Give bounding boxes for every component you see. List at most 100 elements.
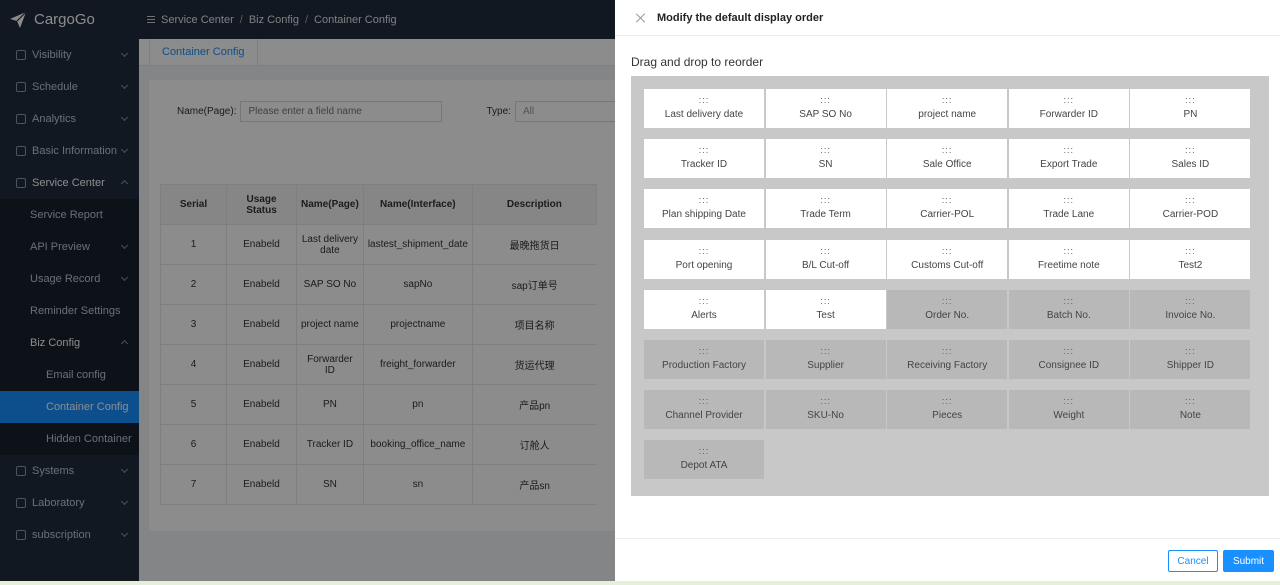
draggable-field-card[interactable]: ::: Weight [1008, 390, 1129, 430]
drag-handle-icon[interactable]: ::: [1009, 89, 1129, 109]
draggable-field-card[interactable]: ::: Sale Office [887, 139, 1008, 179]
drag-handle-icon[interactable]: ::: [1009, 240, 1129, 260]
drawer-footer: Cancel Submit [615, 538, 1280, 585]
draggable-field-card[interactable]: ::: Freetime note [1008, 239, 1129, 279]
field-card-label: B/L Cut-off [801, 259, 850, 271]
drag-handle-icon[interactable]: ::: [766, 89, 886, 109]
draggable-field-card[interactable]: ::: Customs Cut-off [887, 239, 1008, 279]
drag-handle-icon[interactable]: ::: [644, 89, 764, 109]
draggable-field-card[interactable]: ::: Production Factory [644, 340, 764, 379]
draggable-field-card[interactable]: ::: Port opening [644, 239, 764, 279]
field-card-label: Supplier [807, 360, 844, 371]
drag-handle-icon[interactable]: ::: [644, 390, 764, 410]
drag-handle-icon[interactable]: ::: [1130, 189, 1250, 209]
draggable-field-card[interactable]: ::: Order No. [887, 289, 1008, 329]
field-card-label: Sale Office [922, 159, 972, 171]
drag-handle-icon[interactable]: ::: [1009, 290, 1129, 310]
draggable-field-card[interactable]: ::: B/L Cut-off [765, 239, 886, 279]
drag-handle-icon[interactable]: ::: [766, 139, 886, 159]
drag-handle-icon[interactable]: ::: [766, 240, 886, 260]
drawer-title: Modify the default display order [657, 11, 824, 24]
draggable-field-card[interactable]: ::: Receiving Factory [887, 340, 1008, 379]
draggable-field-card[interactable]: ::: project name [887, 89, 1008, 128]
draggable-field-card[interactable]: ::: SKU-No [765, 390, 886, 430]
draggable-field-card[interactable]: ::: PN [1130, 89, 1251, 128]
submit-button[interactable]: Submit [1223, 550, 1274, 572]
drag-handle-icon[interactable]: ::: [1130, 340, 1250, 360]
drag-handle-icon[interactable]: ::: [1009, 139, 1129, 159]
field-card-label: Invoice No. [1165, 309, 1216, 321]
draggable-field-card[interactable]: ::: Carrier-POD [1130, 189, 1251, 229]
draggable-field-card[interactable]: ::: Note [1130, 390, 1251, 430]
drag-handle-icon[interactable]: ::: [887, 89, 1007, 109]
draggable-field-card[interactable]: ::: Export Trade [1008, 139, 1129, 179]
draggable-field-card[interactable]: ::: SN [765, 139, 886, 179]
field-card-label: Order No. [925, 309, 970, 321]
drag-handle-icon[interactable]: ::: [887, 240, 1007, 260]
field-card-label: Alerts [691, 309, 717, 321]
drag-hint: Drag and drop to reorder [631, 55, 764, 69]
field-card-label: Trade Term [800, 209, 851, 221]
draggable-field-card[interactable]: ::: Trade Lane [1008, 189, 1129, 229]
draggable-field-card[interactable]: ::: Batch No. [1008, 289, 1129, 329]
modal-mask[interactable] [0, 0, 615, 585]
drag-handle-icon[interactable]: ::: [1130, 139, 1250, 159]
drag-handle-icon[interactable]: ::: [644, 240, 764, 260]
field-card-label: Note [1179, 410, 1201, 422]
bottom-strip [0, 581, 1280, 585]
field-card-label: Weight [1053, 410, 1085, 422]
field-card-label: Shipper ID [1166, 360, 1215, 371]
close-icon[interactable] [635, 13, 645, 23]
draggable-field-card[interactable]: ::: Supplier [765, 340, 886, 379]
draggable-field-card[interactable]: ::: Consignee ID [1008, 340, 1129, 379]
draggable-field-card[interactable]: ::: Channel Provider [644, 390, 764, 430]
draggable-field-card[interactable]: ::: Pieces [887, 390, 1008, 430]
drag-handle-icon[interactable]: ::: [887, 290, 1007, 310]
draggable-field-card[interactable]: ::: Carrier-POL [887, 189, 1008, 229]
drag-handle-icon[interactable]: ::: [1130, 290, 1250, 310]
drag-handle-icon[interactable]: ::: [644, 440, 764, 460]
drag-handle-icon[interactable]: ::: [644, 189, 764, 209]
draggable-field-card[interactable]: ::: Forwarder ID [1008, 89, 1129, 128]
field-card-label: Sales ID [1171, 159, 1210, 171]
drag-handle-icon[interactable]: ::: [1009, 340, 1129, 360]
field-card-label: Carrier-POL [920, 209, 975, 221]
drag-handle-icon[interactable]: ::: [887, 340, 1007, 360]
field-card-label: Export Trade [1040, 159, 1098, 171]
draggable-field-card[interactable]: ::: Shipper ID [1130, 340, 1251, 379]
draggable-field-card[interactable]: ::: SAP SO No [765, 89, 886, 128]
field-card-label: Receiving Factory [907, 360, 988, 371]
drag-handle-icon[interactable]: ::: [766, 340, 886, 360]
drag-handle-icon[interactable]: ::: [766, 189, 886, 209]
field-card-label: Carrier-POD [1162, 209, 1219, 221]
drag-handle-icon[interactable]: ::: [644, 139, 764, 159]
drag-handle-icon[interactable]: ::: [766, 290, 886, 310]
draggable-field-card[interactable]: ::: Test2 [1130, 239, 1251, 279]
drag-handle-icon[interactable]: ::: [1009, 390, 1129, 410]
drag-handle-icon[interactable]: ::: [1130, 89, 1250, 109]
draggable-field-card[interactable]: ::: Plan shipping Date [644, 189, 764, 229]
draggable-field-card[interactable]: ::: Trade Term [765, 189, 886, 229]
field-card-label: Trade Lane [1043, 209, 1095, 221]
cancel-button[interactable]: Cancel [1168, 550, 1218, 572]
field-card-label: Depot ATA [680, 460, 728, 472]
draggable-field-card[interactable]: ::: Alerts [644, 289, 764, 329]
drag-handle-icon[interactable]: ::: [887, 139, 1007, 159]
draggable-field-card[interactable]: ::: Depot ATA [644, 440, 764, 480]
drag-handle-icon[interactable]: ::: [1130, 390, 1250, 410]
draggable-field-card[interactable]: ::: Tracker ID [644, 139, 764, 179]
drag-handle-icon[interactable]: ::: [644, 290, 764, 310]
field-card-label: project name [918, 109, 977, 120]
draggable-field-card[interactable]: ::: Last delivery date [644, 89, 764, 128]
drag-handle-icon[interactable]: ::: [644, 340, 764, 360]
drag-handle-icon[interactable]: ::: [887, 189, 1007, 209]
drag-handle-icon[interactable]: ::: [766, 390, 886, 410]
field-card-label: Test2 [1178, 259, 1203, 271]
field-card-label: Port opening [675, 259, 733, 271]
drag-handle-icon[interactable]: ::: [887, 390, 1007, 410]
draggable-field-card[interactable]: ::: Test [765, 289, 886, 329]
drag-handle-icon[interactable]: ::: [1130, 240, 1250, 260]
draggable-field-card[interactable]: ::: Sales ID [1130, 139, 1251, 179]
draggable-field-card[interactable]: ::: Invoice No. [1130, 289, 1251, 329]
drag-handle-icon[interactable]: ::: [1009, 189, 1129, 209]
